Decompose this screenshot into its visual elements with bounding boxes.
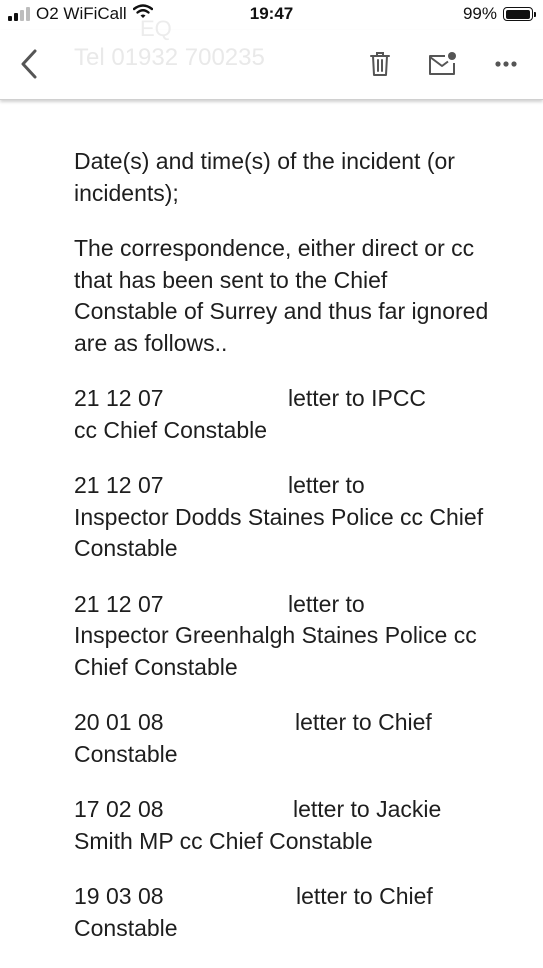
body-paragraph: The correspondence, either direct or cc …	[74, 235, 489, 356]
entry-description-start: letter to IPCC	[288, 385, 427, 411]
entry-description-rest: cc Chief Constable	[74, 416, 268, 443]
mark-unread-button[interactable]	[426, 48, 458, 80]
entry-description-rest: Smith MP cc Chief Constable	[74, 827, 373, 854]
correspondence-entry: 20 01 08 letter to Chief Constable	[74, 707, 494, 770]
more-options-button[interactable]	[490, 48, 522, 80]
entry-date: 17 02 08	[74, 796, 164, 822]
entry-date: 21 12 07	[74, 472, 164, 498]
back-chevron-icon	[21, 49, 37, 79]
entry-description-start: letter to Chief	[296, 883, 433, 909]
faded-header-top: EQ	[140, 16, 172, 41]
more-dots-icon	[495, 61, 517, 67]
mail-unread-icon	[429, 52, 456, 75]
email-body: Date(s) and time(s) of the incident (or …	[74, 146, 494, 968]
status-right: 99%	[462, 4, 536, 24]
back-button[interactable]	[14, 46, 44, 82]
email-toolbar: EQ Tel 01932 700235	[0, 16, 543, 100]
battery-level-fill	[505, 9, 531, 19]
entry-description-start: letter to Chief	[295, 709, 432, 735]
correspondence-entry: 19 03 08 letter to Chief Constable	[74, 881, 494, 944]
faded-header-text: Tel 01932 700235	[74, 44, 265, 71]
entry-date: 19 03 08	[74, 883, 164, 909]
entry-description-rest: Inspector Greenhalgh Staines Police cc C…	[74, 622, 477, 680]
entry-description-rest: Constable	[74, 914, 178, 941]
entry-description-start: letter to	[288, 472, 365, 498]
entry-description-start: letter to Jackie	[293, 796, 442, 822]
entry-description-rest: Inspector Dodds Staines Police cc Chief …	[74, 503, 484, 562]
battery-percent: 99%	[462, 4, 497, 23]
correspondence-entry: 21 12 07 letter to Inspector Dodds Staine…	[74, 470, 494, 565]
correspondence-entry: 17 02 08 letter to Jackie Smith MP cc Chi…	[74, 794, 494, 857]
status-time: 19:47	[249, 4, 294, 23]
entry-description-rest: Constable	[74, 740, 178, 767]
trash-icon	[370, 52, 390, 76]
delete-button[interactable]	[364, 48, 396, 80]
body-paragraph: Date(s) and time(s) of the incident (or …	[74, 148, 455, 206]
entry-date: 20 01 08	[74, 709, 164, 735]
battery-icon	[503, 7, 536, 21]
correspondence-entry: 21 12 07 letter to IPCC cc Chief Constabl…	[74, 383, 494, 446]
entry-description-start: letter to	[288, 590, 365, 617]
correspondence-entry: 21 12 07 letter to Inspector Greenhalgh S…	[74, 589, 494, 684]
status-bar: O2 WiFiCall 19:47 99%	[0, 0, 543, 30]
entry-date: 21 12 07	[74, 590, 164, 617]
entry-date: 21 12 07	[74, 385, 164, 411]
